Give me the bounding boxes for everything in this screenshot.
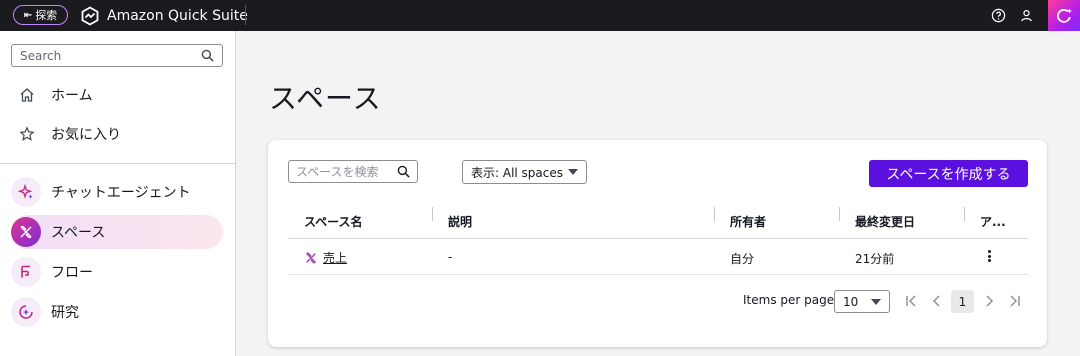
sidebar-item-favorites[interactable]: お気に入り [11,117,223,151]
space-link[interactable]: 売上 [304,249,347,266]
sidebar-item-label: フロー [51,265,93,281]
sidebar-item-flows[interactable]: フロー [11,255,223,289]
top-bar: ⇤ 探索 Amazon Quick Suite [0,0,1080,31]
column-resizer[interactable] [964,207,965,221]
sidebar-divider [0,163,236,164]
last-page-icon [1010,295,1020,307]
sidebar-item-chat-agent[interactable]: チャットエージェント [11,175,223,209]
space-description: - [448,250,453,264]
caret-down-icon [871,298,881,305]
sidebar-item-label: 研究 [51,305,79,321]
space-name: 売上 [323,251,348,265]
items-per-page-value: 10 [843,294,859,309]
caret-down-icon [568,169,578,175]
items-per-page-select[interactable]: 10 [834,290,890,313]
previous-page-button[interactable] [927,291,947,311]
first-page-icon [906,295,916,307]
sidebar-search-input[interactable]: Search [11,44,223,67]
chevron-left-icon [932,295,940,307]
explore-button[interactable]: ⇤ 探索 [13,5,68,25]
quick-suite-logo-icon [81,6,99,26]
search-icon [201,49,214,62]
spaces-icon [306,252,316,263]
column-resizer[interactable] [714,207,715,221]
create-space-button[interactable]: スペースを作成する [869,160,1028,187]
table-header-divider [288,238,1028,239]
current-page-button[interactable]: 1 [951,290,974,313]
column-header-last-modified[interactable]: 最終変更日 [855,213,915,230]
sidebar-item-label: お気に入り [51,127,121,143]
space-search-input[interactable]: スペースを検索 [288,160,418,183]
sparkle-icon [11,177,41,207]
sidebar-item-home[interactable]: ホーム [11,78,223,112]
column-resizer[interactable] [839,207,840,221]
sidebar: Search ホーム お気に入り チャットエージェント スペース フロー 研究 [0,31,236,356]
spaces-icon [11,217,41,247]
app-title: Amazon Quick Suite [107,8,248,24]
home-icon [17,85,37,105]
explore-label: 探索 [35,9,58,22]
column-header-name[interactable]: スペース名 [304,213,363,230]
space-search-placeholder: スペースを検索 [296,165,379,179]
row-actions-menu-icon[interactable] [984,248,994,264]
column-header-owner[interactable]: 所有者 [730,213,766,230]
next-page-button[interactable] [979,291,999,311]
last-page-button[interactable] [1005,291,1025,311]
research-icon [11,297,41,327]
collapse-icon: ⇤ [23,9,33,21]
first-page-button[interactable] [901,291,921,311]
sidebar-item-spaces[interactable]: スペース [11,215,223,249]
flow-icon [11,257,41,287]
column-resizer[interactable] [432,207,433,221]
items-per-page-label: Items per page [743,293,835,307]
table-row-divider [288,274,1028,275]
ai-assistant-button[interactable] [1048,0,1080,31]
star-icon [17,124,37,144]
user-icon[interactable] [1019,8,1034,23]
search-icon [397,165,410,178]
divider [245,5,246,25]
page-title: スペース [269,82,382,115]
ai-assistant-icon [1057,8,1072,23]
chevron-right-icon [986,295,994,307]
column-header-description[interactable]: 説明 [448,213,472,230]
sidebar-item-label: ホーム [51,88,93,104]
space-filter-select[interactable]: 表示: All spaces [462,160,587,184]
filter-value: 表示: All spaces [471,165,564,180]
sidebar-item-label: チャットエージェント [51,185,191,201]
app-brand[interactable]: Amazon Quick Suite [80,6,248,26]
space-last-modified: 21分前 [855,252,895,266]
help-icon[interactable] [991,8,1006,23]
space-owner: 自分 [730,252,755,266]
spaces-table-card: スペースを検索 表示: All spaces スペースを作成する スペース名 説… [268,140,1047,347]
column-header-actions[interactable]: ア... [980,213,1006,230]
sidebar-item-label: スペース [51,225,106,241]
sidebar-item-research[interactable]: 研究 [11,295,223,329]
sidebar-search-placeholder: Search [20,48,62,63]
